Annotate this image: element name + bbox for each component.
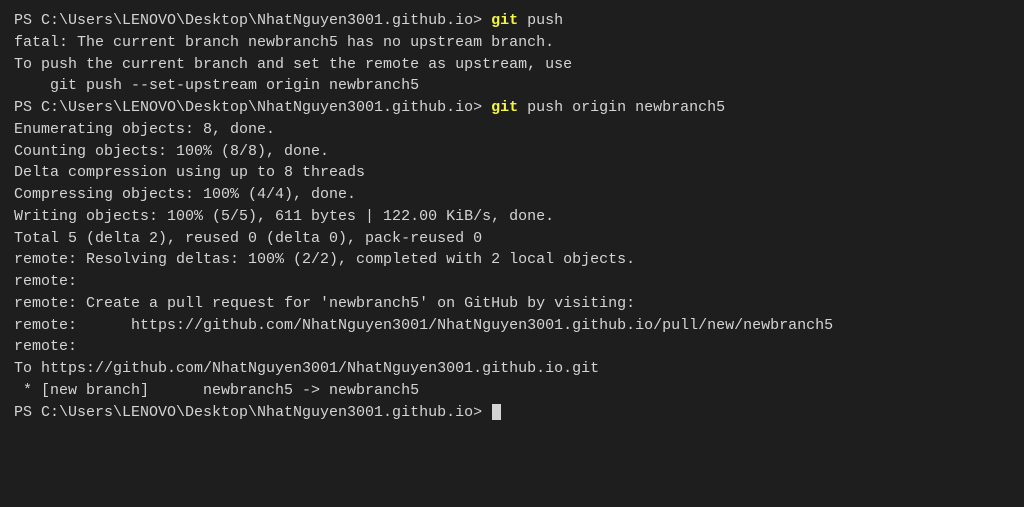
terminal-line: fatal: The current branch newbranch5 has… bbox=[14, 32, 1010, 54]
terminal-line: * [new branch] newbranch5 -> newbranch5 bbox=[14, 380, 1010, 402]
terminal-line: To push the current branch and set the r… bbox=[14, 54, 1010, 76]
terminal-line: remote: https://github.com/NhatNguyen300… bbox=[14, 315, 1010, 337]
terminal-text: * [new branch] newbranch5 -> newbranch5 bbox=[14, 382, 419, 399]
terminal-line: Delta compression using up to 8 threads bbox=[14, 162, 1010, 184]
terminal-line: Total 5 (delta 2), reused 0 (delta 0), p… bbox=[14, 228, 1010, 250]
terminal-cursor bbox=[492, 404, 501, 420]
terminal-text: PS C:\Users\LENOVO\Desktop\NhatNguyen300… bbox=[14, 12, 491, 29]
terminal-line: PS C:\Users\LENOVO\Desktop\NhatNguyen300… bbox=[14, 97, 1010, 119]
terminal-text: Enumerating objects: 8, done. bbox=[14, 121, 275, 138]
terminal-text: remote: Create a pull request for 'newbr… bbox=[14, 295, 635, 312]
terminal-text: remote: https://github.com/NhatNguyen300… bbox=[14, 317, 833, 334]
terminal-line: Writing objects: 100% (5/5), 611 bytes |… bbox=[14, 206, 1010, 228]
terminal-line: remote: bbox=[14, 271, 1010, 293]
terminal-line: remote: Resolving deltas: 100% (2/2), co… bbox=[14, 249, 1010, 271]
terminal-line: PS C:\Users\LENOVO\Desktop\NhatNguyen300… bbox=[14, 402, 1010, 424]
terminal-line: PS C:\Users\LENOVO\Desktop\NhatNguyen300… bbox=[14, 10, 1010, 32]
terminal-line: remote: bbox=[14, 336, 1010, 358]
terminal-text: git bbox=[491, 99, 518, 116]
terminal-text: git bbox=[491, 12, 518, 29]
terminal-text: git push --set-upstream origin newbranch… bbox=[14, 77, 419, 94]
terminal-line: git push --set-upstream origin newbranch… bbox=[14, 75, 1010, 97]
terminal-text: fatal: The current branch newbranch5 has… bbox=[14, 34, 554, 51]
terminal-text: remote: bbox=[14, 338, 77, 355]
terminal-window: PS C:\Users\LENOVO\Desktop\NhatNguyen300… bbox=[0, 0, 1024, 507]
terminal-text: remote: bbox=[14, 273, 77, 290]
terminal-text: Writing objects: 100% (5/5), 611 bytes |… bbox=[14, 208, 554, 225]
terminal-line: Counting objects: 100% (8/8), done. bbox=[14, 141, 1010, 163]
terminal-text: push origin newbranch5 bbox=[518, 99, 725, 116]
terminal-text: Total 5 (delta 2), reused 0 (delta 0), p… bbox=[14, 230, 482, 247]
terminal-text: Compressing objects: 100% (4/4), done. bbox=[14, 186, 356, 203]
terminal-line: Enumerating objects: 8, done. bbox=[14, 119, 1010, 141]
terminal-text: PS C:\Users\LENOVO\Desktop\NhatNguyen300… bbox=[14, 404, 491, 421]
terminal-text: push bbox=[518, 12, 563, 29]
terminal-text: Delta compression using up to 8 threads bbox=[14, 164, 365, 181]
terminal-text: remote: Resolving deltas: 100% (2/2), co… bbox=[14, 251, 635, 268]
terminal-line: To https://github.com/NhatNguyen3001/Nha… bbox=[14, 358, 1010, 380]
terminal-text: To push the current branch and set the r… bbox=[14, 56, 572, 73]
terminal-text: Counting objects: 100% (8/8), done. bbox=[14, 143, 329, 160]
terminal-line: remote: Create a pull request for 'newbr… bbox=[14, 293, 1010, 315]
terminal-text: To https://github.com/NhatNguyen3001/Nha… bbox=[14, 360, 599, 377]
terminal-line: Compressing objects: 100% (4/4), done. bbox=[14, 184, 1010, 206]
terminal-text: PS C:\Users\LENOVO\Desktop\NhatNguyen300… bbox=[14, 99, 491, 116]
